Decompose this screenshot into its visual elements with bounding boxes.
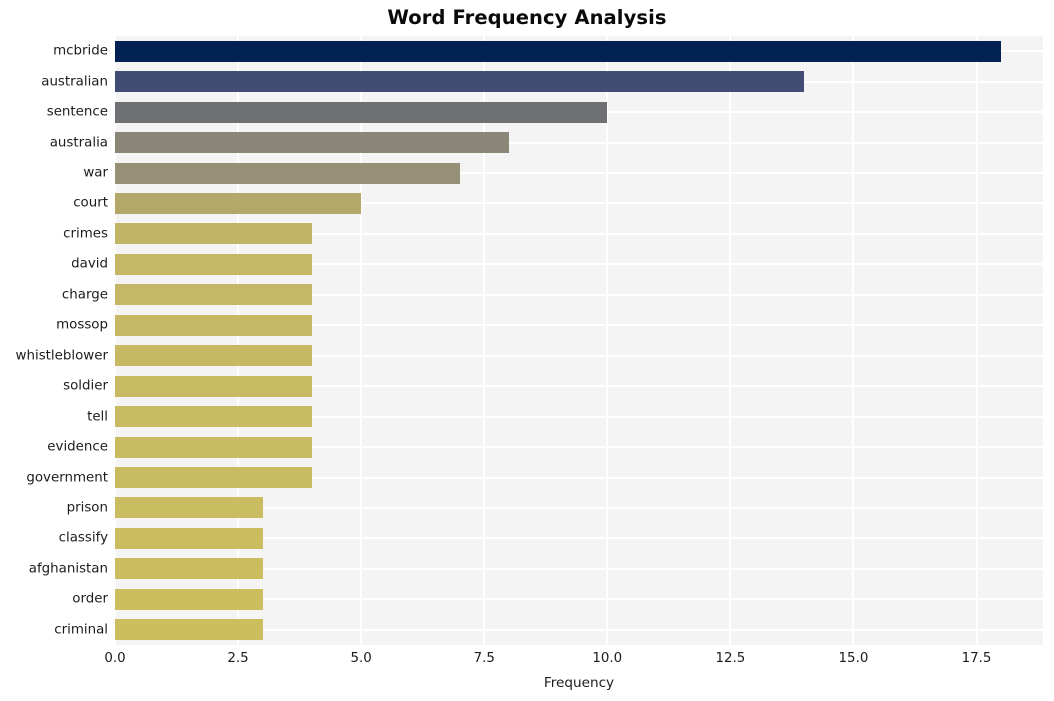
gridline-vertical bbox=[483, 36, 486, 645]
x-tick-label: 10.0 bbox=[592, 651, 623, 666]
y-tick-label: mossop bbox=[56, 317, 108, 333]
bar bbox=[115, 314, 312, 336]
y-tick-label: charge bbox=[61, 287, 108, 303]
y-tick-label: afghanistan bbox=[28, 561, 108, 577]
y-tick-label: soldier bbox=[63, 378, 108, 394]
x-tick-label: 15.0 bbox=[838, 651, 869, 666]
y-tick-label: prison bbox=[66, 500, 108, 516]
y-tick-label: government bbox=[26, 470, 108, 486]
x-tick-label: 12.5 bbox=[715, 651, 746, 666]
bar bbox=[115, 558, 263, 580]
x-tick-label: 17.5 bbox=[961, 651, 992, 666]
bar bbox=[115, 223, 312, 245]
y-tick-label: tell bbox=[87, 409, 108, 425]
bar bbox=[115, 40, 1002, 62]
bar bbox=[115, 253, 312, 275]
x-tick-label: 5.0 bbox=[350, 651, 372, 666]
bar bbox=[115, 192, 362, 214]
gridline-vertical bbox=[852, 36, 855, 645]
y-tick-label: sentence bbox=[46, 104, 108, 120]
bar bbox=[115, 375, 312, 397]
bar bbox=[115, 162, 460, 184]
y-tick-label: whistleblower bbox=[15, 348, 108, 364]
bar bbox=[115, 345, 312, 367]
bar bbox=[115, 101, 608, 123]
bar bbox=[115, 71, 805, 93]
bar bbox=[115, 527, 263, 549]
y-tick-label: court bbox=[73, 195, 108, 211]
bar bbox=[115, 436, 312, 458]
bar bbox=[115, 497, 263, 519]
y-tick-label: crimes bbox=[63, 226, 108, 242]
gridline-vertical bbox=[237, 36, 240, 645]
y-tick-label: war bbox=[83, 165, 108, 181]
gridline-vertical bbox=[729, 36, 732, 645]
bar bbox=[115, 284, 312, 306]
y-tick-label: mcbride bbox=[53, 43, 108, 59]
plot-area bbox=[115, 36, 1043, 645]
x-tick-label: 0.0 bbox=[104, 651, 126, 666]
chart-title: Word Frequency Analysis bbox=[387, 6, 667, 29]
y-tick-label: order bbox=[72, 591, 108, 607]
bar bbox=[115, 467, 312, 489]
y-tick-label: evidence bbox=[47, 439, 108, 455]
gridline-vertical bbox=[360, 36, 363, 645]
chart-figure: Word Frequency Analysis mcbride australia… bbox=[0, 0, 1054, 701]
y-tick-label: classify bbox=[58, 530, 108, 546]
x-tick-label: 7.5 bbox=[473, 651, 495, 666]
bar bbox=[115, 619, 263, 641]
bar bbox=[115, 406, 312, 428]
y-tick-label: australian bbox=[41, 74, 108, 90]
y-tick-label: australia bbox=[49, 135, 108, 151]
x-tick-label: 2.5 bbox=[227, 651, 249, 666]
x-axis-label: Frequency bbox=[543, 675, 615, 691]
bar bbox=[115, 132, 509, 154]
bar bbox=[115, 588, 263, 610]
y-tick-label: criminal bbox=[54, 622, 108, 638]
y-tick-label: david bbox=[71, 256, 108, 272]
gridline-vertical bbox=[975, 36, 978, 645]
gridline-vertical bbox=[115, 36, 116, 645]
gridline-vertical bbox=[606, 36, 609, 645]
